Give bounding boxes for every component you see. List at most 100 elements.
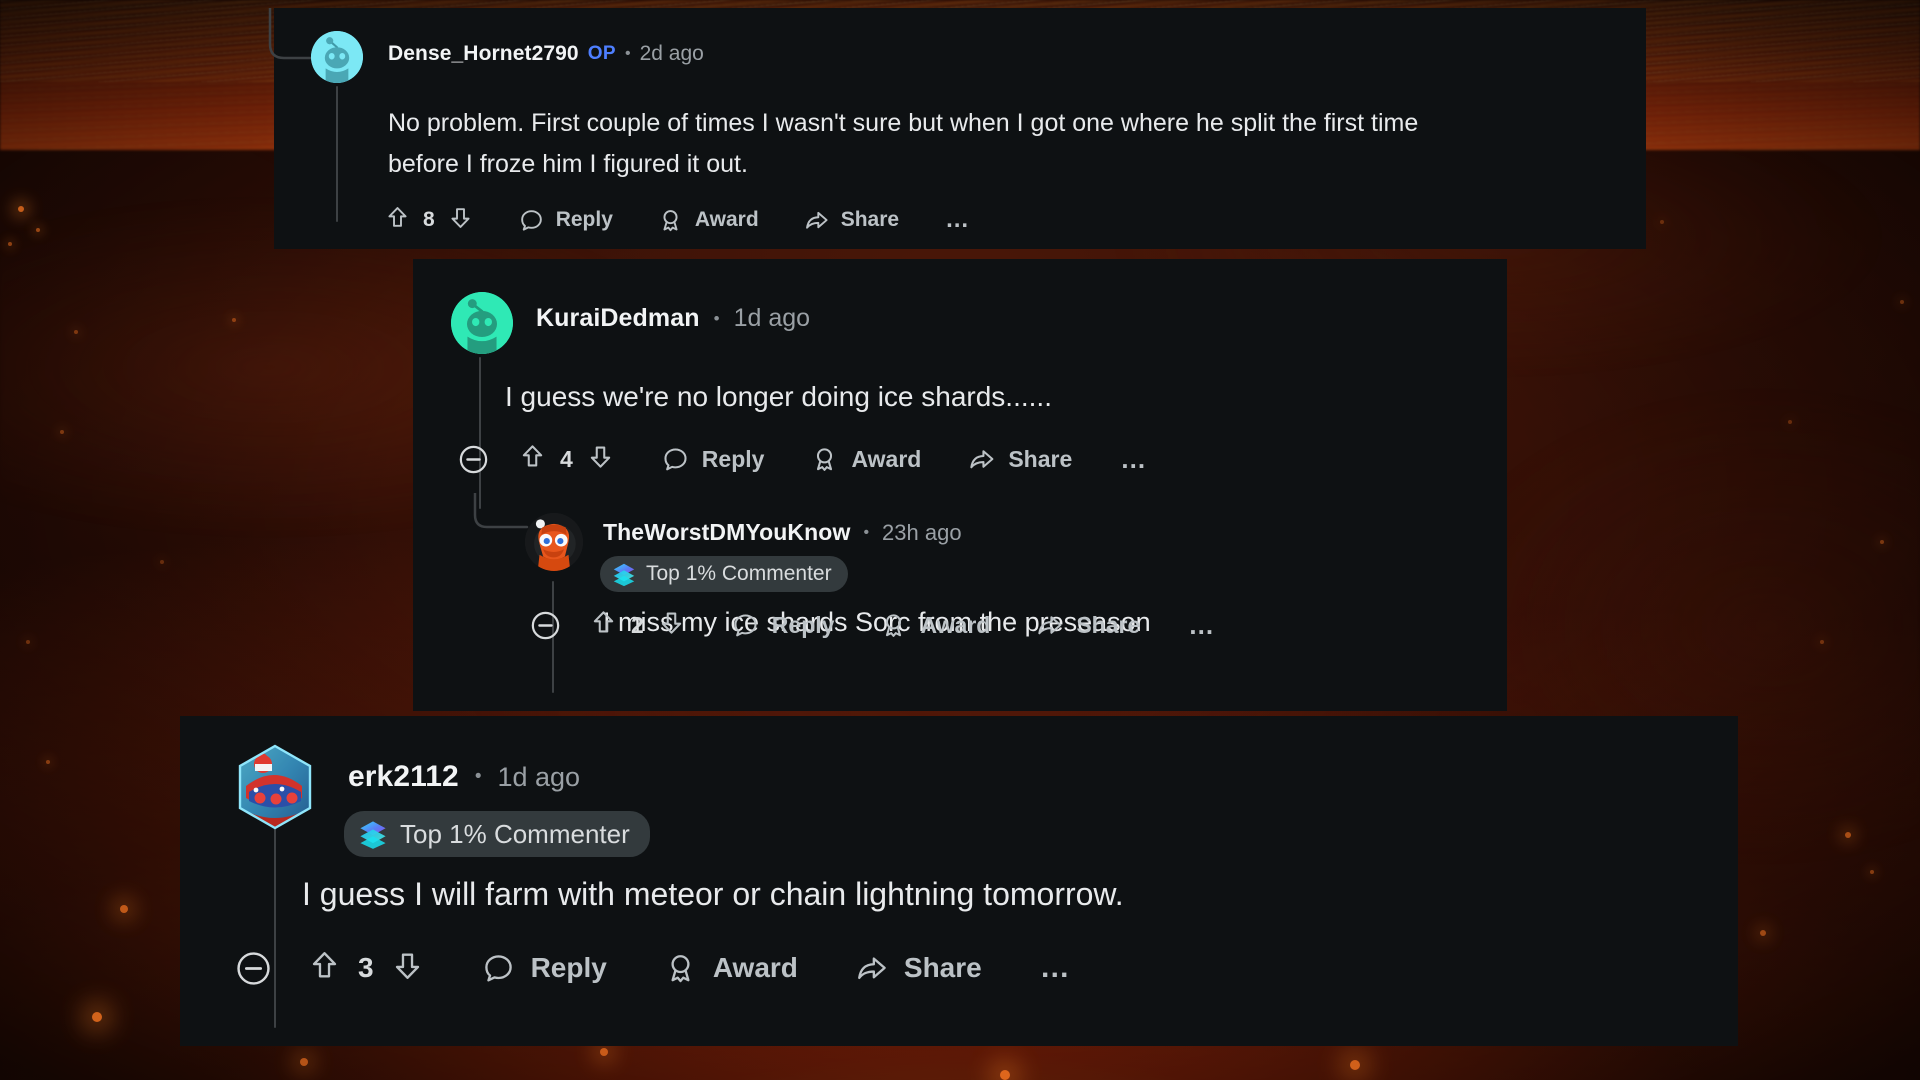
collapse-thread-button[interactable] — [457, 443, 490, 476]
share-button[interactable]: Share — [1035, 611, 1140, 640]
more-options-button[interactable]: … — [1120, 444, 1148, 475]
comment-action-bar: 4 Reply Award Share … — [457, 442, 1148, 476]
thread-line-vertical — [479, 357, 481, 509]
vote-group: 4 — [518, 442, 615, 476]
reply-label: Reply — [771, 611, 835, 638]
top-commenter-icon — [613, 563, 635, 587]
op-badge: OP — [587, 43, 616, 64]
comment-body: I guess I will farm with meteor or chain… — [302, 868, 1124, 920]
avatar[interactable] — [311, 31, 363, 83]
vote-group: 3 — [307, 948, 425, 988]
upvote-button[interactable] — [518, 442, 547, 476]
award-button[interactable]: Award — [657, 207, 759, 234]
comment-header: Dense_Hornet2790 OP • 2d ago — [388, 42, 704, 66]
comment-timestamp[interactable]: 2d ago — [640, 42, 704, 66]
top-commenter-badge[interactable]: Top 1% Commenter — [344, 811, 650, 857]
downvote-button[interactable] — [657, 608, 686, 642]
avatar-orange-beard-icon — [525, 513, 583, 571]
snoo-avatar-green-icon — [451, 292, 513, 354]
share-arrow-icon — [857, 956, 886, 979]
downvote-arrow-icon — [451, 208, 470, 228]
vote-score: 3 — [358, 952, 374, 983]
top-commenter-badge[interactable]: Top 1% Commenter — [600, 556, 848, 592]
award-button[interactable]: Award — [810, 445, 921, 474]
share-label: Share — [1008, 445, 1073, 472]
reply-label: Reply — [555, 208, 613, 231]
upvote-arrow-icon — [522, 445, 543, 467]
avatar[interactable] — [236, 744, 314, 830]
upvote-button[interactable] — [307, 948, 342, 988]
comment-author-username[interactable]: KuraiDedman — [536, 304, 700, 333]
share-label: Share — [840, 208, 900, 231]
more-options-button[interactable]: … — [1188, 610, 1216, 641]
avatar[interactable] — [525, 513, 583, 571]
comment-timestamp[interactable]: 1d ago — [734, 304, 810, 333]
comment-action-bar: 2 Reply Award Share … — [529, 608, 1216, 642]
meta-separator: • — [624, 45, 631, 62]
reply-button[interactable]: Reply — [731, 611, 835, 640]
share-arrow-icon — [1038, 615, 1062, 634]
comment-bubble-icon — [734, 613, 757, 636]
share-button[interactable]: Share — [803, 207, 899, 234]
upvote-arrow-icon — [312, 952, 337, 978]
upvote-button[interactable] — [384, 204, 411, 236]
minus-circle-icon — [237, 951, 270, 985]
comment-header: TheWorstDMYouKnow • 23h ago — [603, 519, 962, 546]
share-label: Share — [1076, 611, 1141, 638]
comment-bubble-icon — [484, 954, 512, 981]
snoo-avatar-cyan-icon — [311, 31, 363, 83]
comment-action-bar: 8 Reply Award Share … — [384, 204, 971, 236]
vote-score: 2 — [631, 611, 644, 638]
comment-author-username[interactable]: Dense_Hornet2790 — [388, 42, 579, 66]
comment-header: KuraiDedman • 1d ago — [536, 304, 810, 333]
comment-card-kuraidedman: KuraiDedman • 1d ago I guess we're no lo… — [413, 259, 1507, 711]
more-options-button[interactable]: … — [945, 206, 971, 234]
share-button[interactable]: Share — [854, 951, 982, 986]
share-label: Share — [903, 952, 982, 983]
collapse-thread-button[interactable] — [529, 609, 562, 642]
meta-separator: • — [713, 308, 720, 328]
reply-button[interactable]: Reply — [481, 951, 607, 986]
comment-author-username[interactable]: TheWorstDMYouKnow — [603, 519, 850, 546]
upvote-button[interactable] — [589, 608, 618, 642]
award-button[interactable]: Award — [879, 611, 990, 640]
vote-group: 2 — [589, 608, 686, 642]
comment-action-bar: 3 Reply Award Share … — [234, 948, 1072, 988]
reply-button[interactable]: Reply — [661, 445, 765, 474]
share-arrow-icon — [805, 211, 828, 229]
avatar[interactable] — [451, 292, 513, 354]
downvote-arrow-icon — [661, 612, 682, 634]
share-button[interactable]: Share — [967, 445, 1072, 474]
award-rosette-icon — [817, 447, 833, 471]
comment-bubble-icon — [520, 209, 542, 231]
award-button[interactable]: Award — [663, 951, 798, 986]
downvote-arrow-icon — [395, 953, 419, 979]
award-rosette-icon — [886, 613, 902, 637]
share-arrow-icon — [970, 449, 994, 468]
top-commenter-label: Top 1% Commenter — [646, 562, 832, 585]
minus-circle-icon — [459, 445, 488, 473]
comment-timestamp[interactable]: 23h ago — [882, 520, 962, 546]
comment-bubble-icon — [664, 447, 687, 470]
comment-body: I guess we're no longer doing ice shards… — [505, 375, 1052, 419]
reply-button[interactable]: Reply — [518, 207, 613, 234]
award-label: Award — [920, 611, 991, 638]
downvote-button[interactable] — [447, 204, 474, 236]
downvote-button[interactable] — [586, 442, 615, 476]
collapse-thread-button[interactable] — [234, 949, 273, 988]
reply-label: Reply — [701, 445, 765, 472]
award-rosette-icon — [671, 954, 690, 982]
minus-circle-icon — [531, 611, 560, 639]
comment-card-dense-hornet2790: Dense_Hornet2790 OP • 2d ago No problem.… — [268, 8, 1646, 249]
thread-line-vertical — [274, 820, 276, 1028]
upvote-arrow-icon — [388, 207, 407, 227]
more-options-button[interactable]: … — [1040, 951, 1072, 985]
comment-body-line: I guess I will farm with meteor or chain… — [302, 876, 1124, 912]
reply-label: Reply — [530, 952, 607, 983]
comment-author-username[interactable]: erk2112 — [348, 760, 459, 794]
comment-card-erk2112: erk2112 • 1d ago Top 1% Commenter I gues… — [180, 716, 1738, 1046]
downvote-button[interactable] — [390, 948, 425, 988]
avatar-hex-patriot-icon — [238, 744, 312, 830]
vote-score: 4 — [560, 445, 573, 472]
comment-timestamp[interactable]: 1d ago — [497, 762, 580, 793]
